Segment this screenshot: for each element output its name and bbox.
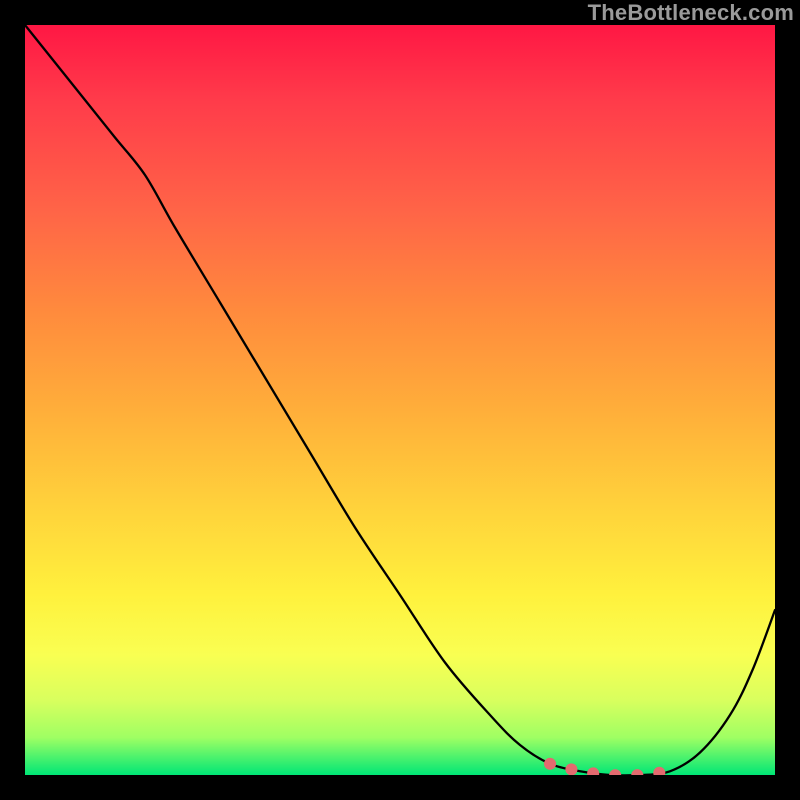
curve-layer	[25, 25, 775, 775]
bottleneck-curve	[25, 25, 775, 775]
chart-frame: TheBottleneck.com	[0, 0, 800, 800]
watermark-text: TheBottleneck.com	[588, 0, 794, 26]
